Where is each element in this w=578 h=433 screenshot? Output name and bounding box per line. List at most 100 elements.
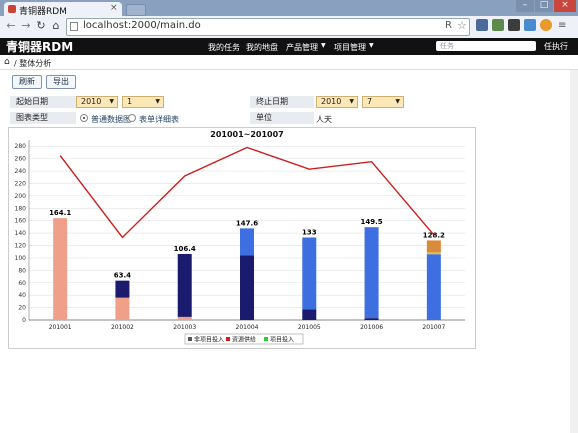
bookmark-star-icon[interactable]: ☆ xyxy=(457,19,467,32)
y-tick-label: 200 xyxy=(15,193,27,200)
chart-title: 201001~201007 xyxy=(210,130,284,139)
end-month-select[interactable]: 7 ▼ xyxy=(362,96,404,108)
bar-segment xyxy=(53,218,68,320)
divider xyxy=(0,69,578,70)
page-icon xyxy=(70,22,78,31)
maximize-button[interactable]: □ xyxy=(535,0,553,12)
radio-normal-chart[interactable] xyxy=(80,114,88,122)
chevron-down-icon: ▼ xyxy=(369,42,374,49)
unit-value: 人天 xyxy=(316,115,332,124)
data-label: 133 xyxy=(302,228,317,236)
home-icon[interactable]: ⌂ xyxy=(4,57,10,67)
scrollbar[interactable] xyxy=(570,70,578,433)
browser-tab-bar: 青铜器RDM × – □ × xyxy=(0,0,578,17)
y-tick-label: 20 xyxy=(18,305,26,312)
browser-toolbar: ← → ↻ ⌂ localhost:2000/main.do R ☆ ≡ xyxy=(0,16,578,39)
start-year-select[interactable]: 2010 ▼ xyxy=(76,96,118,108)
bar-segment xyxy=(177,253,192,317)
back-icon[interactable]: ← xyxy=(4,19,18,33)
y-tick-label: 140 xyxy=(15,230,27,237)
data-label: 164.1 xyxy=(49,209,71,217)
end-month-value: 7 xyxy=(367,97,373,106)
bar-segment xyxy=(364,318,379,320)
extension-circle-icon[interactable] xyxy=(540,19,552,31)
y-tick-label: 220 xyxy=(15,180,27,187)
minimize-button[interactable]: – xyxy=(516,0,534,12)
radio-detail-table[interactable] xyxy=(128,114,136,122)
y-tick-label: 40 xyxy=(18,292,26,299)
bar-segment xyxy=(115,297,130,320)
x-tick-label: 201006 xyxy=(360,324,383,331)
legend-swatch xyxy=(264,337,268,341)
end-year-select[interactable]: 2010 ▼ xyxy=(316,96,358,108)
app-logo[interactable]: 青铜器RDM xyxy=(6,38,73,55)
legend-label: 项目投入 xyxy=(270,336,294,344)
reader-icon[interactable]: R xyxy=(445,20,452,31)
radio-normal-chart-label[interactable]: 普通数据图 xyxy=(91,114,131,125)
x-tick-label: 201002 xyxy=(111,324,134,331)
search-input[interactable]: 任务 xyxy=(436,41,536,51)
extension-camera-icon[interactable] xyxy=(476,19,488,31)
bar-segment xyxy=(240,228,254,256)
search-placeholder: 任务 xyxy=(440,42,454,50)
y-tick-label: 0 xyxy=(22,317,26,324)
bar-segment xyxy=(177,316,192,320)
chevron-down-icon: ▼ xyxy=(349,98,354,105)
forward-icon[interactable]: → xyxy=(19,19,33,33)
legend-swatch xyxy=(188,337,192,341)
menu-icon[interactable]: ≡ xyxy=(558,20,570,32)
menu-my-space[interactable]: 我的地盘 xyxy=(246,42,278,53)
window-close-button[interactable]: × xyxy=(554,0,576,12)
menu-product[interactable]: 产品管理 xyxy=(286,42,318,53)
address-text: localhost:2000/main.do xyxy=(83,20,201,31)
data-label: 63.4 xyxy=(114,272,131,280)
x-tick-label: 201001 xyxy=(49,324,72,331)
bar-segment xyxy=(302,309,317,320)
start-month-select[interactable]: 1 ▼ xyxy=(122,96,164,108)
radio-detail-table-label[interactable]: 表单详细表 xyxy=(139,114,179,125)
combo-chart: 201001~201007 0 20 40 60 80 100 120 140 160 180 200… xyxy=(15,130,465,345)
start-month-value: 1 xyxy=(127,97,133,106)
app-header: 青铜器RDM 我的任务 我的地盘 产品管理 ▼ 项目管理 ▼ 任务 任执行 xyxy=(0,38,578,55)
bar-segment xyxy=(302,237,317,310)
tab-close-icon[interactable]: × xyxy=(110,3,118,13)
end-year-value: 2010 xyxy=(321,97,342,106)
address-bar[interactable]: localhost:2000/main.do R ☆ xyxy=(66,18,470,36)
user-name[interactable]: 任执行 xyxy=(544,41,568,52)
reload-icon[interactable]: ↻ xyxy=(34,19,48,33)
bar-segment xyxy=(240,255,254,320)
bar-segment xyxy=(426,254,441,320)
new-tab-button[interactable] xyxy=(126,4,146,16)
legend-label: 资源供给 xyxy=(232,336,256,344)
home-icon[interactable]: ⌂ xyxy=(49,19,63,33)
start-date-label: 起始日期 xyxy=(10,96,76,108)
x-tick-label: 201004 xyxy=(236,324,259,331)
data-label: 147.6 xyxy=(236,219,258,227)
refresh-button[interactable]: 刷新 xyxy=(12,75,42,89)
chevron-down-icon: ▼ xyxy=(155,98,160,105)
data-label: 149.5 xyxy=(360,218,382,226)
legend-swatch xyxy=(226,337,230,341)
extension-gear-icon[interactable] xyxy=(524,19,536,31)
data-label: 128.2 xyxy=(423,231,445,239)
x-tick-label: 201005 xyxy=(298,324,321,331)
end-date-label: 终止日期 xyxy=(250,96,314,108)
bar-segment xyxy=(426,240,441,253)
y-tick-label: 100 xyxy=(15,255,27,262)
unit-label: 单位 xyxy=(250,112,314,124)
chart-type-label: 图表类型 xyxy=(10,112,76,124)
chart-panel: 201001~201007 0 20 40 60 80 100 120 140 160 180 200… xyxy=(8,127,476,349)
y-tick-label: 180 xyxy=(15,205,27,212)
legend-label: 非项目投入 xyxy=(194,336,224,344)
extension-box-icon[interactable] xyxy=(492,19,504,31)
y-tick-label: 280 xyxy=(15,143,27,150)
browser-tab[interactable]: 青铜器RDM × xyxy=(4,2,122,17)
breadcrumb-text: / 整体分析 xyxy=(14,59,52,68)
x-tick-label: 201007 xyxy=(422,324,445,331)
menu-my-tasks[interactable]: 我的任务 xyxy=(208,42,240,53)
menu-project[interactable]: 项目管理 xyxy=(334,42,366,53)
y-tick-label: 80 xyxy=(18,267,26,274)
export-button[interactable]: 导出 xyxy=(46,75,76,89)
extension-calendar-icon[interactable] xyxy=(508,19,520,31)
bar-segment xyxy=(115,280,130,298)
